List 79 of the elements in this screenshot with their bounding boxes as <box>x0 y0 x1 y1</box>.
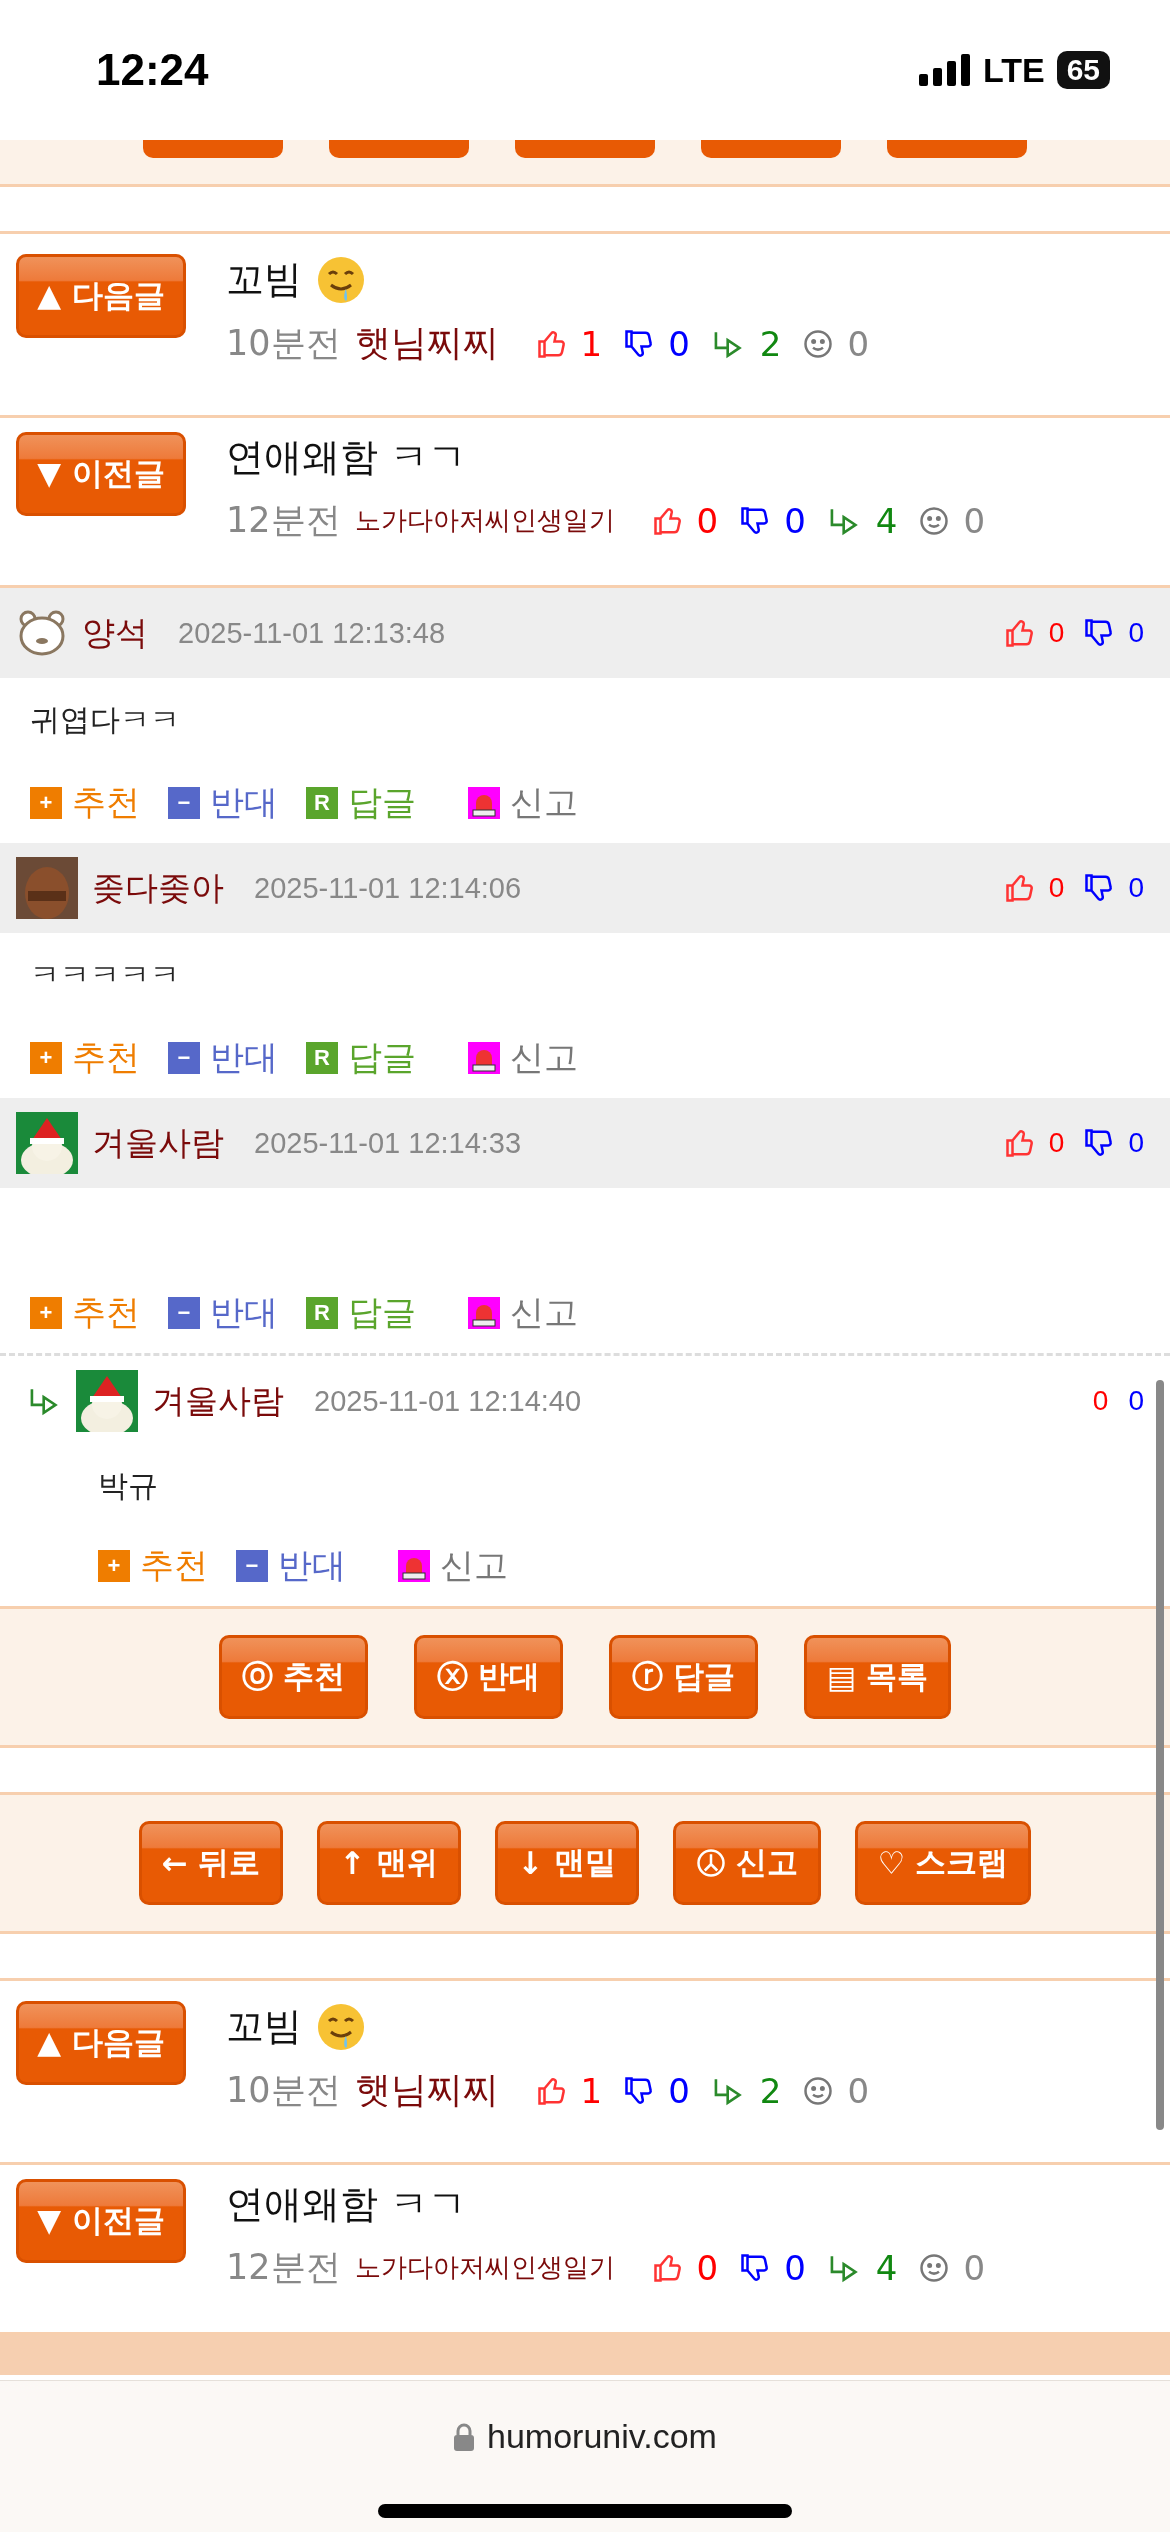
dislike-count: 0 <box>1128 1385 1144 1417</box>
reply-count: 4 <box>875 2247 898 2288</box>
oppose-link[interactable]: − 반대 <box>168 1035 278 1081</box>
page-button[interactable]: ⓧ 반대 <box>413 1635 563 1719</box>
comment-text: ㅋㅋㅋㅋㅋ <box>30 956 180 994</box>
like-count: 0 <box>696 2247 719 2288</box>
recommend-link[interactable]: + 추천 <box>30 780 140 826</box>
page-button[interactable]: ▤ 목록 <box>803 1635 952 1719</box>
view-count: 0 <box>847 2070 870 2111</box>
post-nav-button[interactable]: ▼ 이전글 <box>16 432 186 516</box>
comment-author[interactable]: 겨울사람 <box>152 1378 284 1424</box>
reply-link[interactable]: R 답글 <box>306 780 416 826</box>
view-count: 0 <box>847 323 870 364</box>
post-age: 10분전 <box>226 2069 341 2112</box>
page-button[interactable]: ← 뒤로 <box>138 1821 283 1905</box>
post-title[interactable]: 꼬빔 <box>226 2001 302 2052</box>
comment-time: 2025-11-01 12:14:06 <box>254 871 522 905</box>
report-link[interactable]: 신고 <box>468 1035 578 1081</box>
post-author[interactable]: 노가다아저씨인생일기 <box>354 2250 615 2285</box>
reply-count: 4 <box>875 500 898 541</box>
comment-author[interactable]: 겨울사람 <box>92 1120 224 1166</box>
reply-link[interactable]: R 답글 <box>306 1290 416 1336</box>
like-count: 1 <box>580 323 603 364</box>
comment-text: 박규 <box>98 1466 158 1505</box>
comment-text: 귀엽다ㅋㅋ <box>30 701 180 739</box>
page-button[interactable]: ⓡ 답글 <box>608 1635 758 1719</box>
comment-time: 2025-11-01 12:13:48 <box>178 616 446 650</box>
dislike-count: 0 <box>1128 1127 1144 1159</box>
like-count: 0 <box>1048 617 1065 649</box>
page-button[interactable]: 신고 <box>672 1821 821 1905</box>
dislike-count: 0 <box>784 2247 806 2288</box>
report-link[interactable]: 신고 <box>468 780 578 826</box>
comment-time: 2025-11-01 12:14:40 <box>314 1384 582 1418</box>
dislike-count: 0 <box>668 2070 690 2111</box>
view-count: 0 <box>963 2247 986 2288</box>
recommend-link[interactable]: + 추천 <box>30 1290 140 1336</box>
like-count: 1 <box>580 2070 603 2111</box>
page-button[interactable]: ♡ 스크랩 <box>854 1821 1032 1905</box>
post-age: 12분전 <box>226 499 341 542</box>
post-title[interactable]: 연애왜함 ㅋㄱ <box>226 2179 467 2230</box>
recommend-link[interactable]: + 추천 <box>30 1035 140 1081</box>
reply-link[interactable]: R 답글 <box>306 1035 416 1081</box>
post-author[interactable]: 햇님찌찌 <box>354 319 499 368</box>
report-link[interactable]: 신고 <box>468 1290 578 1336</box>
dislike-count: 0 <box>784 500 806 541</box>
network-label: LTE <box>982 50 1045 90</box>
page-button[interactable]: ↓ 맨밑 <box>494 1821 639 1905</box>
oppose-link[interactable]: − 반대 <box>236 1543 346 1589</box>
like-count: 0 <box>1048 872 1065 904</box>
page-button[interactable]: ↑ 맨위 <box>316 1821 461 1905</box>
post-author[interactable]: 햇님찌찌 <box>354 2066 499 2115</box>
reply-count: 2 <box>759 323 782 364</box>
oppose-link[interactable]: − 반대 <box>168 1290 278 1336</box>
comment-author[interactable]: 좆다좆아 <box>92 865 224 911</box>
view-count: 0 <box>963 500 986 541</box>
page-button[interactable]: ⓞ 추천 <box>218 1635 368 1719</box>
post-age: 12분전 <box>226 2246 341 2289</box>
dislike-count: 0 <box>668 323 690 364</box>
battery-level: 65 <box>1056 51 1110 89</box>
comment-time: 2025-11-01 12:14:33 <box>254 1126 522 1160</box>
like-count: 0 <box>1048 1127 1065 1159</box>
post-nav-button[interactable]: ▲ 다음글 <box>16 2001 186 2085</box>
url-text[interactable]: humoruniv.com <box>487 2417 717 2456</box>
reply-count: 2 <box>759 2070 782 2111</box>
status-time: 12:24 <box>96 45 209 95</box>
dislike-count: 0 <box>1128 617 1144 649</box>
post-age: 10분전 <box>226 322 341 365</box>
report-link[interactable]: 신고 <box>398 1543 508 1589</box>
like-count: 0 <box>1092 1385 1109 1417</box>
post-title[interactable]: 꼬빔 <box>226 254 302 305</box>
post-author[interactable]: 노가다아저씨인생일기 <box>354 503 615 538</box>
recommend-link[interactable]: + 추천 <box>98 1543 208 1589</box>
comment-author[interactable]: 양석 <box>82 610 148 656</box>
like-count: 0 <box>696 500 719 541</box>
post-nav-button[interactable]: ▲ 다음글 <box>16 254 186 338</box>
dislike-count: 0 <box>1128 872 1144 904</box>
post-nav-button[interactable]: ▼ 이전글 <box>16 2179 186 2263</box>
oppose-link[interactable]: − 반대 <box>168 780 278 826</box>
post-title[interactable]: 연애왜함 ㅋㄱ <box>226 432 467 483</box>
